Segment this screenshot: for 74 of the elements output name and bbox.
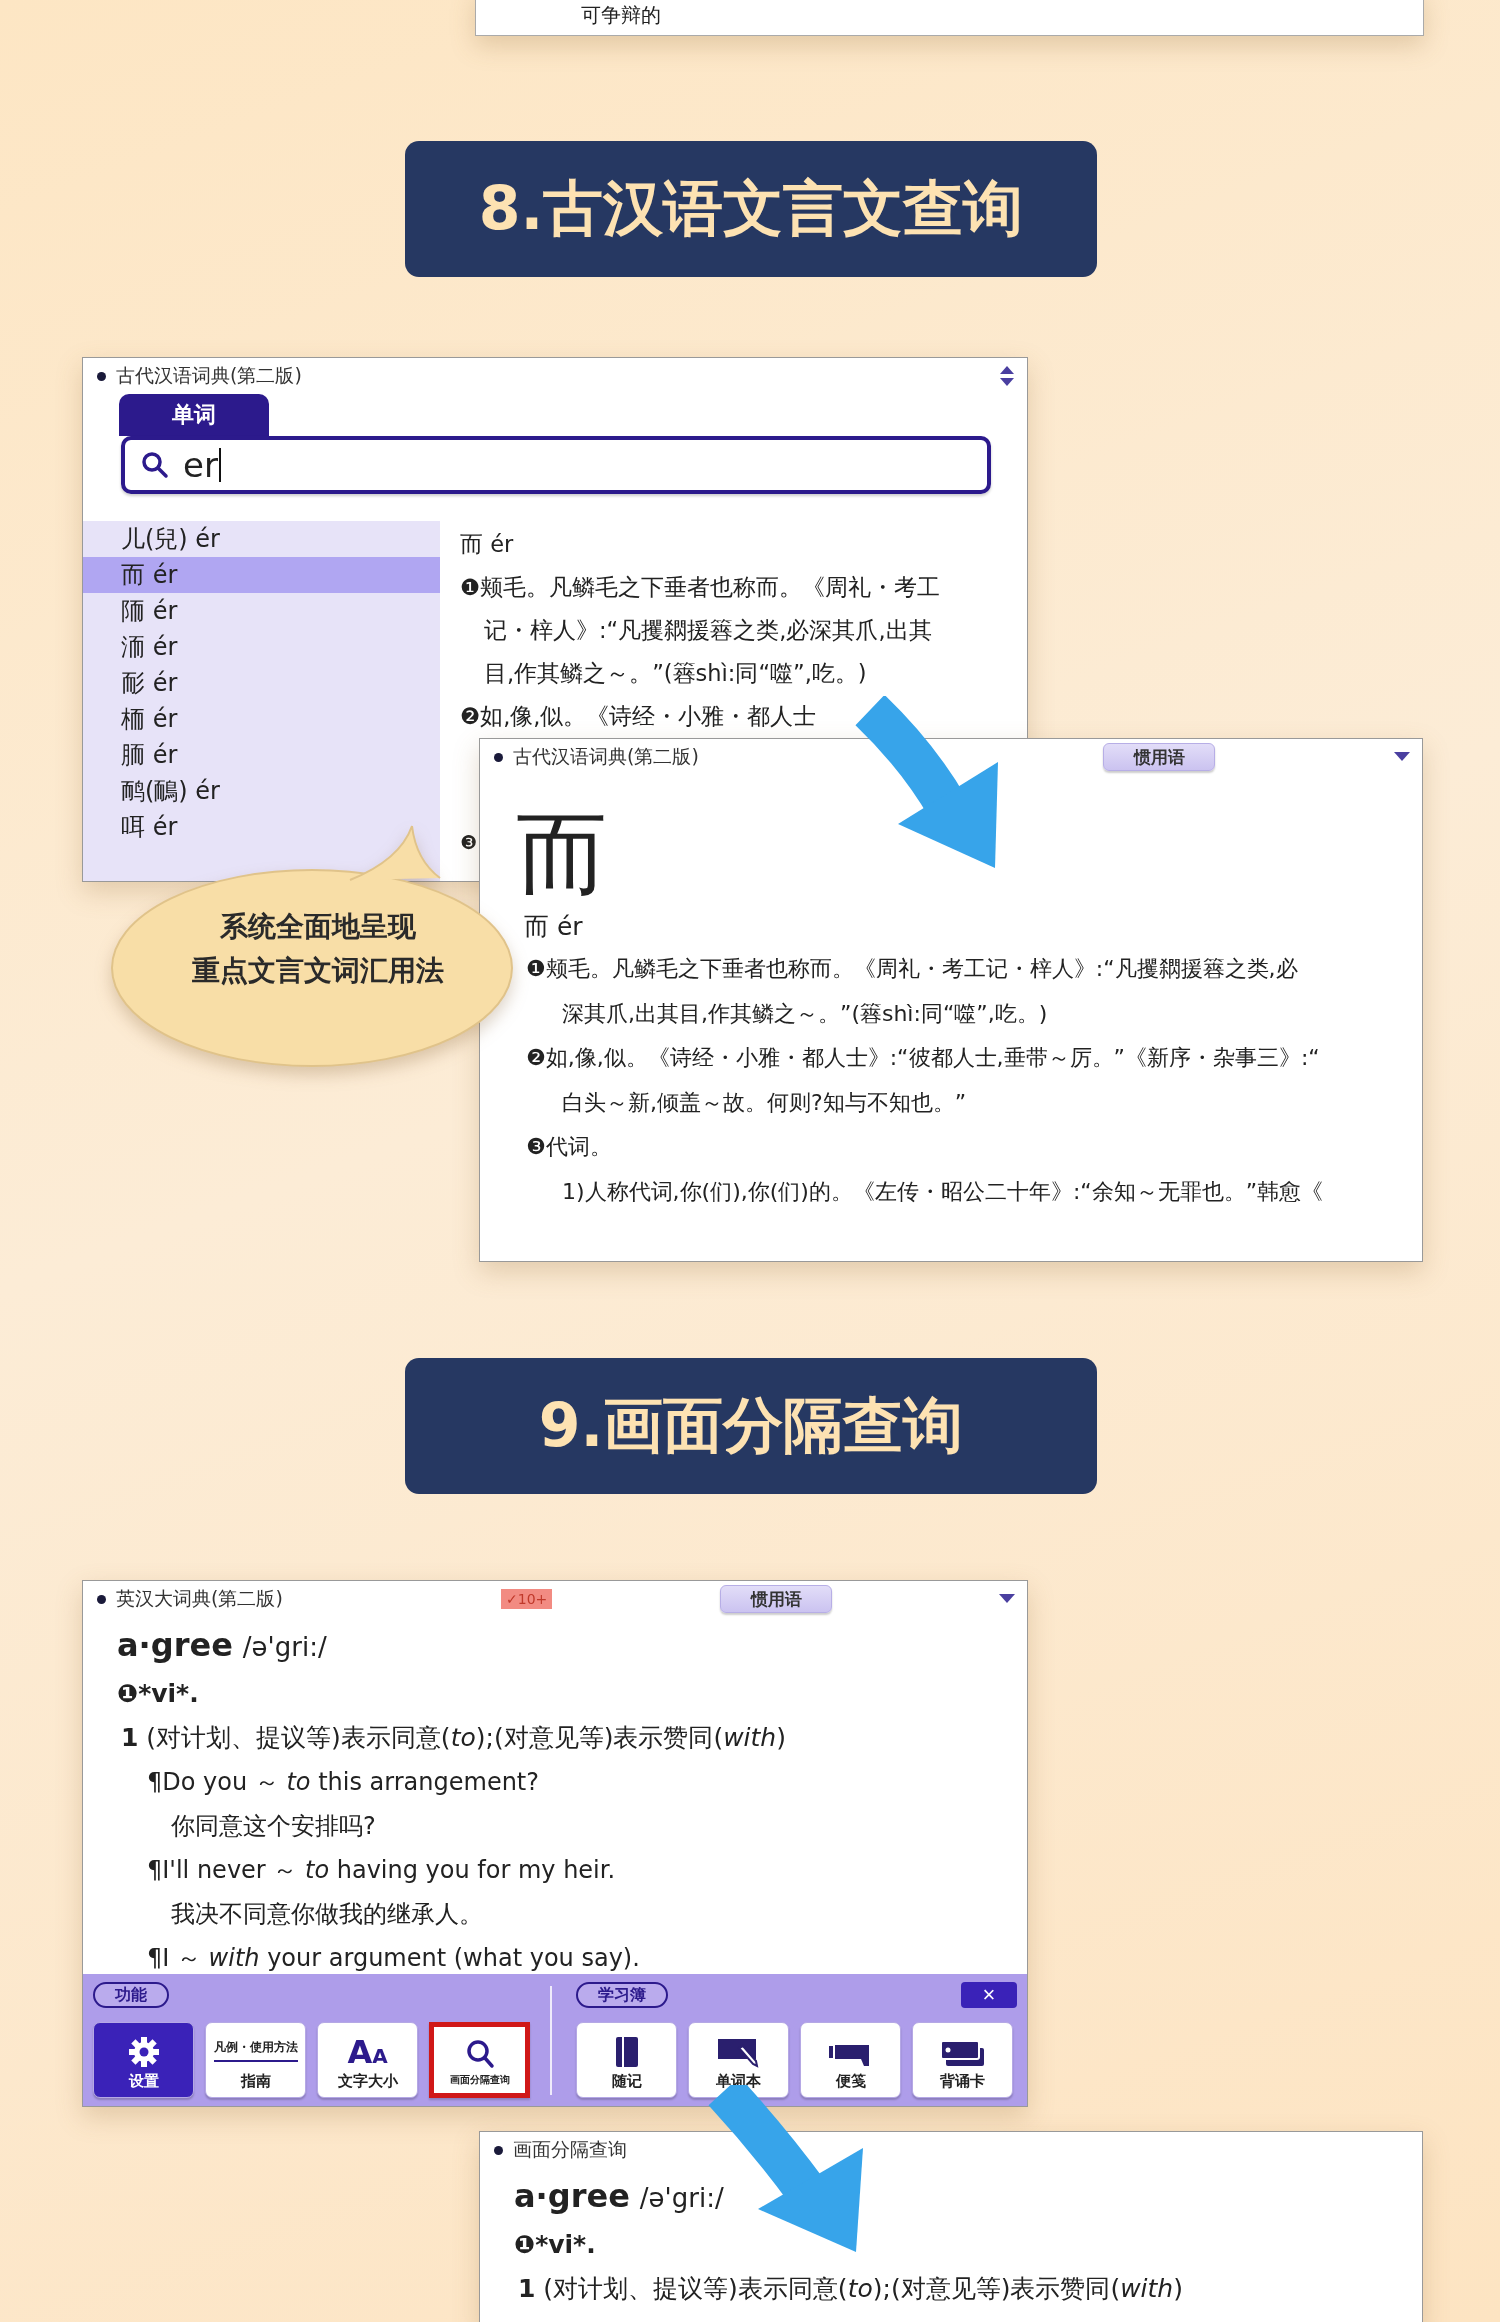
result-item[interactable]: 而 ér bbox=[83, 557, 440, 593]
result-item[interactable]: 栭 ér bbox=[83, 701, 440, 737]
search-icon bbox=[141, 451, 169, 479]
result-item[interactable]: 鸸(鴯) ér bbox=[83, 773, 440, 809]
word-tab[interactable]: 单词 bbox=[119, 394, 269, 436]
text-size-icon: AA bbox=[347, 2036, 388, 2068]
entry-text: 而 ér bbox=[460, 530, 515, 559]
toolbar-button[interactable]: 便笺 bbox=[800, 2022, 901, 2098]
toolbar-button[interactable]: 背诵卡 bbox=[912, 2022, 1013, 2098]
entry-text: ❶*vi*. bbox=[514, 2229, 597, 2261]
search-icon bbox=[464, 2039, 495, 2069]
result-item[interactable]: 耏 ér bbox=[83, 665, 440, 701]
section-heading: 9.画面分隔查询 bbox=[405, 1358, 1097, 1494]
entry-text: 记・梓人》:“凡攫閷援簭之类,必深其爪,出其 bbox=[483, 616, 933, 645]
headword: 而 bbox=[515, 805, 609, 905]
idioms-button[interactable]: 惯用语 bbox=[1103, 743, 1215, 771]
window-title: 画面分隔查询 bbox=[513, 2137, 627, 2162]
entry-text: 1 (对计划、提议等)表示同意(to);(对意见等)表示赞同(with) bbox=[120, 1722, 787, 1754]
result-item[interactable]: 儿(兒) ér bbox=[83, 521, 440, 557]
result-item[interactable]: 咡 ér bbox=[83, 809, 440, 845]
dictionary-title: 古代汉语词典(第二版) bbox=[116, 363, 302, 388]
count-badge: ✓10+ bbox=[501, 1589, 553, 1609]
card-pen-icon bbox=[716, 2038, 761, 2068]
callout-text: 重点文言文词汇用法 bbox=[191, 953, 445, 989]
result-item[interactable]: 洏 ér bbox=[83, 629, 440, 665]
entry-text: 深其爪,出其目,作其鳞之～。”(簭shì:同“噬”,吃。) bbox=[561, 999, 1049, 1028]
toolbar-button[interactable]: AA 文字大小 bbox=[317, 2022, 418, 2098]
section-heading: 8.古汉语文言文查询 bbox=[405, 141, 1097, 277]
entry-text: ❶*vi*. bbox=[117, 1678, 200, 1710]
dictionary-title: 古代汉语词典(第二版) bbox=[513, 744, 700, 769]
dropdown-icon[interactable] bbox=[1394, 752, 1410, 762]
dictionary-title: 英汉大词典(第二版) bbox=[116, 1586, 284, 1611]
cards-icon bbox=[939, 2040, 986, 2068]
result-item[interactable]: 胹 ér bbox=[83, 737, 440, 773]
result-item[interactable]: 陑 ér bbox=[83, 593, 440, 629]
pronunciation: /ə'gri:/ bbox=[242, 1632, 327, 1662]
settings-icon bbox=[127, 2036, 160, 2068]
headword: a·gree bbox=[514, 2177, 630, 2215]
headword: a·gree bbox=[117, 1626, 233, 1664]
search-field[interactable]: er bbox=[121, 436, 991, 494]
close-button[interactable]: × bbox=[961, 1982, 1017, 2008]
bullet-icon bbox=[97, 371, 106, 381]
group-label: 功能 bbox=[93, 1982, 169, 2008]
entry-text: ¶Do you ～ to this arrangement? bbox=[146, 1767, 540, 1798]
bullet-icon bbox=[494, 752, 503, 762]
entry-text: ¶I'll never ～ to having you for my heir. bbox=[146, 1855, 617, 1886]
callout-text: 系统全面地呈现 bbox=[219, 909, 417, 945]
entry-text: 我决不同意你做我的继承人。 bbox=[170, 1899, 484, 1930]
entry-text: ❶颊毛。凡鳞毛之下垂者也称而。《周礼・考工记・梓人》:“凡攫閷援簭之类,必 bbox=[526, 955, 1299, 983]
group-label: 学习簿 bbox=[576, 1982, 668, 2008]
entry-text: 目,作其鳞之～。”(簭shì:同“噬”,吃。) bbox=[483, 659, 868, 688]
scroll-arrows-icon[interactable] bbox=[999, 365, 1015, 387]
entry-text: 1 (对计划、提议等)表示同意(to);(对意见等)表示赞同(with) bbox=[517, 2273, 1184, 2305]
toolbar-button[interactable]: 画面分隔查询 bbox=[429, 2022, 530, 2098]
bullet-icon bbox=[97, 1594, 106, 1604]
entry-reading: 而 ér bbox=[523, 911, 584, 943]
entry-text: ❶颊毛。凡鳞毛之下垂者也称而。《周礼・考工 bbox=[460, 573, 941, 602]
idioms-button[interactable]: 惯用语 bbox=[720, 1585, 833, 1613]
entry-text: 1)人称代词,你(们),你(们)的。《左传・昭公二十年》:“余知～无罪也。”韩愈《 bbox=[561, 1177, 1325, 1206]
entry-text: 可争辩的 bbox=[581, 5, 661, 25]
bullet-icon bbox=[494, 2145, 503, 2155]
entry-text: 你同意这个安排吗? bbox=[170, 1811, 377, 1842]
dropdown-icon[interactable] bbox=[999, 1594, 1015, 1604]
entry-text: ❷如,像,似。《诗经・小雅・都人士》:“彼都人士,垂带～厉。”《新序・杂事三》:“ bbox=[526, 1044, 1321, 1072]
toolbar-button[interactable]: 凡例・使用方法 指南 bbox=[205, 2022, 306, 2098]
notebook-icon bbox=[614, 2036, 639, 2068]
entry-text: ¶I ～ with your argument (what you say). bbox=[146, 1943, 641, 1974]
settings-button[interactable]: 设置 bbox=[93, 2022, 194, 2098]
entry-text: ❷如,像,似。《诗经・小雅・都人士 bbox=[460, 702, 818, 731]
entry-text: ❸ bbox=[460, 830, 479, 854]
pronunciation: /ə'gri:/ bbox=[639, 2183, 724, 2213]
entry-text: 白头～新,倾盖～故。何则?知与不知也。” bbox=[561, 1088, 968, 1117]
toolbar-button[interactable]: 随记 bbox=[576, 2022, 677, 2098]
entry-text: ❸代词。 bbox=[526, 1133, 613, 1161]
